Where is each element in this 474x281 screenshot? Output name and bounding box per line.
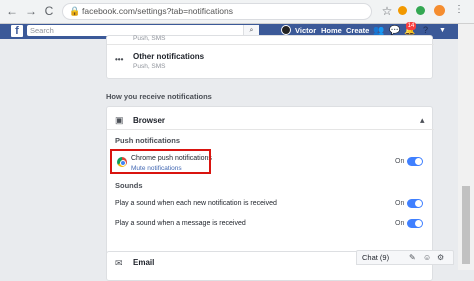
toggle-knob (415, 220, 422, 227)
sound-new-notification-label: Play a sound when each new notification … (115, 200, 277, 207)
browser-settings-card: ▣ Browser ▴ Push notifications Chrome pu… (106, 106, 434, 271)
menu-icon[interactable]: ⋮ (454, 4, 464, 15)
forward-button[interactable]: → (24, 4, 38, 18)
profile-avatar[interactable] (434, 5, 445, 16)
push-notifications-heading: Push notifications (115, 136, 181, 145)
edit-icon[interactable]: ✎ (409, 253, 416, 262)
browser-toolbar: ← → C 🔒 facebook.com/settings?tab=notifi… (0, 0, 474, 24)
scrollbar[interactable] (458, 24, 474, 270)
chrome-push-toggle[interactable] (407, 157, 423, 166)
search-placeholder: Search (30, 26, 54, 35)
avatar[interactable] (281, 25, 291, 35)
chat-label[interactable]: Chat (9) (362, 253, 389, 262)
chrome-push-state: On (395, 158, 405, 165)
back-button[interactable]: ← (5, 4, 19, 18)
sound-new-notification-state: On (395, 200, 405, 207)
reload-button[interactable]: C (42, 4, 56, 18)
scroll-thumb[interactable] (462, 186, 470, 264)
more-icon: ••• (115, 55, 124, 64)
toggle-knob (415, 200, 422, 207)
bookmark-star-icon[interactable]: ☆ (380, 4, 394, 18)
collapse-icon[interactable]: ▴ (420, 115, 425, 126)
account-dropdown-icon[interactable]: ▼ (437, 25, 448, 36)
browser-icon: ▣ (115, 115, 124, 125)
top-cut-subtitle: Push, SMS (133, 35, 166, 42)
divider (107, 44, 434, 45)
notification-type-card: Push, SMS ••• Other notifications Push, … (106, 35, 434, 79)
extension-icon-2[interactable] (416, 6, 425, 15)
sound-message-state: On (395, 220, 405, 227)
browser-title[interactable]: Browser (133, 116, 165, 125)
sounds-heading: Sounds (115, 181, 143, 190)
other-notifications-title[interactable]: Other notifications (133, 52, 204, 61)
how-receive-heading: How you receive notifications (106, 92, 212, 101)
people-icon[interactable]: ☺ (423, 253, 431, 262)
toggle-knob (415, 158, 422, 165)
email-icon: ✉ (115, 258, 123, 268)
chat-bar[interactable]: Chat (9) ✎ ☺ ⚙ (356, 250, 454, 265)
highlight-box (110, 149, 211, 174)
sound-new-notification-toggle[interactable] (407, 199, 423, 208)
facebook-logo[interactable]: f (11, 25, 23, 37)
settings-content: Push, SMS ••• Other notifications Push, … (0, 35, 458, 281)
gear-icon[interactable]: ⚙ (437, 253, 444, 262)
sound-message-toggle[interactable] (407, 219, 423, 228)
divider (107, 129, 434, 130)
url-text[interactable]: facebook.com/settings?tab=notifications (82, 6, 233, 16)
lock-icon: 🔒 (69, 6, 81, 16)
notification-badge: 14 (406, 22, 416, 30)
extension-icon[interactable] (398, 6, 407, 15)
other-notifications-subtitle: Push, SMS (133, 63, 166, 70)
sound-message-label: Play a sound when a message is received (115, 220, 246, 227)
email-title[interactable]: Email (133, 258, 154, 267)
address-bar[interactable]: 🔒 facebook.com/settings?tab=notification… (62, 3, 372, 20)
